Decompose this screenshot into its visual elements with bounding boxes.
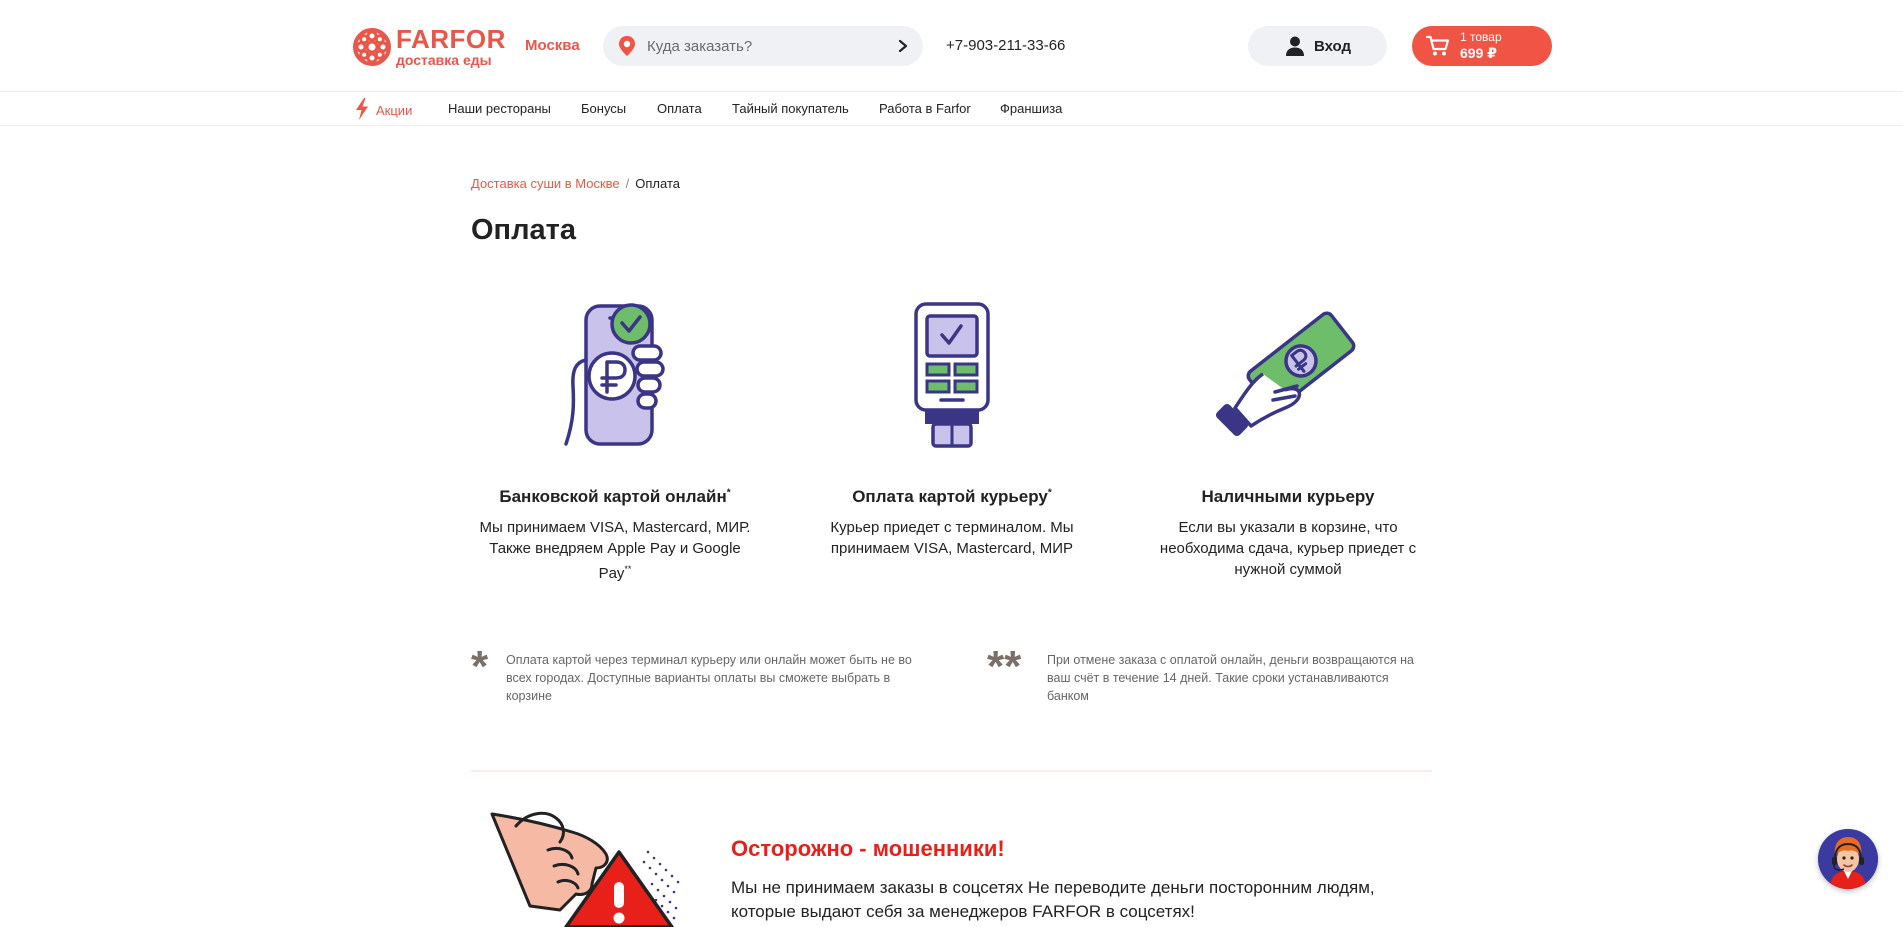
footnote-double: ** При отмене заказа с оплатой онлайн, д…: [987, 642, 1432, 705]
address-search[interactable]: Куда заказать?: [603, 26, 923, 66]
cash-hand-icon: [1215, 311, 1356, 437]
lightning-icon: [356, 98, 368, 120]
location-pin-icon: [619, 36, 635, 56]
warning-title: Осторожно - мошенники!: [731, 836, 1005, 861]
warning-text: Мы не принимаем заказы в соцсетях Не пер…: [731, 878, 1375, 921]
nav-item-careers[interactable]: Работа в Farfor: [879, 101, 971, 116]
user-icon: [1285, 36, 1304, 56]
city-selector[interactable]: Москва: [525, 37, 580, 54]
nav-label: Акции: [376, 103, 413, 118]
cart-count: 1 товар: [1460, 30, 1502, 45]
nav-item-payment[interactable]: Оплата: [657, 101, 702, 116]
payment-method-cash: Наличными курьеру Если вы указали в корз…: [1148, 300, 1428, 580]
phone-payment-icon: [564, 303, 665, 446]
login-button[interactable]: Вход: [1248, 26, 1387, 66]
nav-item-restaurants[interactable]: Наши рестораны: [448, 101, 551, 116]
footnote-mark: *: [471, 642, 489, 691]
page-title: Оплата: [471, 214, 576, 246]
support-chat-button[interactable]: [1818, 829, 1878, 889]
breadcrumb-link[interactable]: Доставка суши в Москве: [471, 176, 620, 191]
cart-icon: [1426, 35, 1450, 56]
support-agent-avatar-icon: [1818, 829, 1878, 889]
method-title: Наличными курьеру: [1201, 487, 1375, 506]
nav-item-promo[interactable]: Акции: [354, 98, 413, 120]
footnote-mark: *: [1047, 487, 1052, 499]
logo-mark-icon: [353, 27, 391, 66]
divider: [471, 770, 1432, 772]
payment-method-online: Банковской картой онлайн* Мы принимаем V…: [475, 300, 755, 584]
chevron-right-icon[interactable]: [897, 39, 909, 53]
method-description: Курьер приедет с терминалом. Мы принимае…: [830, 519, 1074, 557]
card-terminal-icon: [914, 302, 990, 448]
site-header: FARFOR доставка еды Москва Куда заказать…: [0, 0, 1903, 92]
logo-subtitle: доставка еды: [396, 52, 492, 68]
method-description: Если вы указали в корзине, что необходим…: [1159, 519, 1417, 578]
payment-method-courier-card: Оплата картой курьеру* Курьер приедет с …: [812, 300, 1092, 559]
nav-item-bonuses[interactable]: Бонусы: [581, 101, 626, 116]
footnote-mark: **: [624, 564, 632, 574]
logo[interactable]: FARFOR доставка еды: [352, 26, 506, 67]
login-label: Вход: [1313, 37, 1352, 55]
breadcrumb-separator: /: [625, 176, 630, 191]
footnote-single: * Оплата картой через терминал курьеру и…: [471, 642, 921, 705]
nav-item-franchise[interactable]: Франшиза: [1000, 101, 1062, 116]
footnote-text: При отмене заказа с оплатой онлайн, день…: [1047, 653, 1414, 703]
cart-button[interactable]: 1 товар 699 ₽: [1412, 26, 1552, 66]
breadcrumb-current: Оплата: [635, 176, 681, 191]
logo-brand: FARFOR: [396, 24, 506, 54]
cart-sum: 699 ₽: [1460, 44, 1497, 61]
phone-number[interactable]: +7-903-211-33-66: [946, 37, 1065, 54]
breadcrumb: Доставка суши в Москве / Оплата: [471, 176, 680, 191]
footnote-mark: **: [987, 642, 1022, 691]
footnote-mark: *: [726, 487, 731, 499]
fraud-warning-icon: [490, 811, 680, 927]
footnote-text: Оплата картой через терминал курьеру или…: [506, 653, 912, 703]
nav-item-mystery-shopper[interactable]: Тайный покупатель: [732, 101, 849, 116]
search-placeholder[interactable]: Куда заказать?: [647, 38, 897, 55]
method-title: Оплата картой курьеру*: [852, 487, 1052, 506]
main-nav: Акции Наши рестораны Бонусы Оплата Тайны…: [0, 92, 1903, 126]
method-title: Банковской картой онлайн*: [499, 487, 731, 506]
method-description: Мы принимаем VISA, Mastercard, МИР. Такж…: [479, 519, 751, 582]
